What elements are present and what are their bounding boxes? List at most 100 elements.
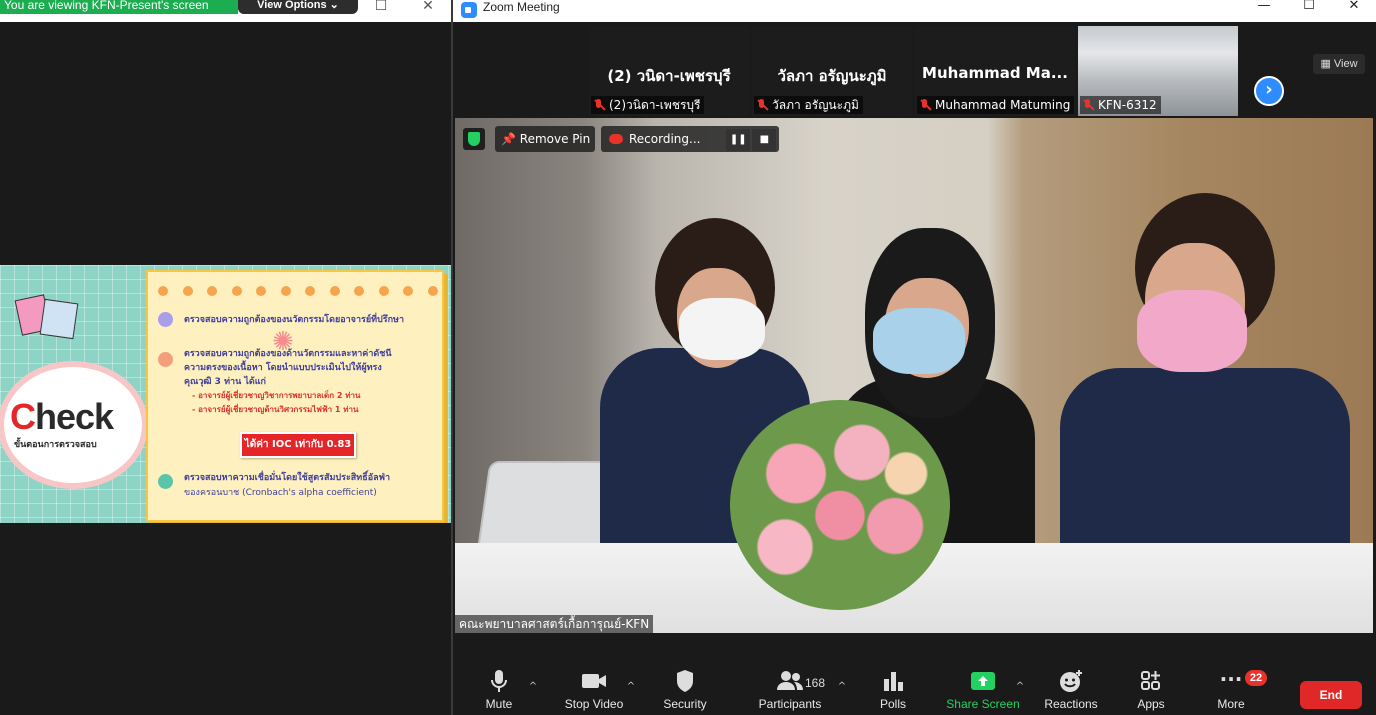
flower-bouquet-image <box>730 400 950 610</box>
polls-button[interactable]: Polls <box>873 669 913 715</box>
participant-tile[interactable]: (2) วนิดา-เพชรบุรี (2)วนิดา-เพชรบุรี <box>589 26 749 116</box>
zoom-titlebar: Zoom Meeting — ☐ ✕ <box>453 0 1376 22</box>
participant-footer: Muhammad Matuming <box>917 96 1075 114</box>
participant-tile-video[interactable]: KFN-6312 <box>1078 26 1238 116</box>
participant-name: วัลภา อรัญนะภูมิ <box>777 67 887 85</box>
participant-footer: KFN-6312 <box>1080 96 1161 114</box>
close-icon[interactable]: ✕ <box>417 0 439 14</box>
mute-label: Mute <box>485 697 513 711</box>
slide-item-3-line-2: ของครอนบาช (Cronbach's alpha coefficient… <box>184 488 377 498</box>
check-title-prefix: C <box>10 396 36 437</box>
check-title: Check <box>10 396 114 438</box>
participant-footer: (2)วนิดา-เพชรบุรี <box>591 96 705 114</box>
shared-screen-window: You are viewing KFN-Present's screen Vie… <box>0 0 451 715</box>
slide-item-3-line-1: ตรวจสอบหาความเชื่อมั่นโดยใช้สูตรสัมประสิ… <box>184 473 391 483</box>
note-binding-dots <box>158 286 438 296</box>
apps-icon <box>1129 669 1173 693</box>
end-meeting-button[interactable]: End <box>1300 681 1362 709</box>
view-options-button[interactable]: View Options ⌄ <box>238 0 358 14</box>
minimize-icon[interactable]: — <box>1253 0 1275 14</box>
stop-recording-button[interactable]: ■ <box>752 128 777 151</box>
face-mask-image <box>873 308 965 374</box>
mute-options-caret[interactable]: ^ <box>527 681 539 693</box>
pin-icon: 📌 <box>501 132 516 146</box>
sticky-note-icon <box>39 298 79 340</box>
stop-video-button[interactable]: Stop Video <box>559 669 629 715</box>
participant-footer-name: Muhammad Matuming <box>935 98 1071 112</box>
participant-strip: (2) วนิดา-เพชรบุรี (2)วนิดา-เพชรบุรี วัล… <box>453 22 1376 118</box>
slide-item-2-line-1: ตรวจสอบความถูกต้องของด้านวัตกรรมและหาค่า… <box>184 349 392 359</box>
participant-tile[interactable]: วัลภา อรัญนะภูมิ วัลภา อรัญนะภูมิ <box>752 26 912 116</box>
slide-item-1: ตรวจสอบความถูกต้องของนวัตกรรมโดยอาจารย์ท… <box>184 315 405 325</box>
video-camera-icon <box>559 669 629 693</box>
slide-expert-1: - อาจารย์ผู้เชี่ยวชาญวิชาการพยาบาลเด็ก 2… <box>192 391 361 400</box>
window-title: Zoom Meeting <box>483 0 560 14</box>
view-options-label: View Options <box>257 0 327 11</box>
video-options-caret[interactable]: ^ <box>625 681 637 693</box>
remove-pin-button[interactable]: 📌 Remove Pin <box>495 126 595 152</box>
meeting-toolbar: Mute ^ Stop Video ^ Security Participant… <box>453 637 1376 715</box>
view-button[interactable]: ▦ View <box>1313 54 1365 74</box>
bullet-icon <box>158 474 173 489</box>
chevron-right-icon: › <box>1265 79 1273 100</box>
pause-recording-button[interactable]: ❚❚ <box>726 128 751 151</box>
chevron-down-icon: ⌄ <box>329 0 339 11</box>
maximize-icon[interactable]: ☐ <box>370 0 392 14</box>
polls-label: Polls <box>879 697 906 711</box>
next-page-button[interactable]: › <box>1254 76 1284 106</box>
zoom-meeting-window: Zoom Meeting — ☐ ✕ (2) วนิดา-เพชรบุรี (2… <box>451 0 1376 715</box>
more-notification-badge: 22 <box>1245 670 1267 686</box>
mic-muted-icon <box>593 99 605 111</box>
participant-footer-name: วัลภา อรัญนะภูมิ <box>772 98 859 112</box>
view-label: View <box>1333 58 1358 70</box>
share-screen-icon <box>943 669 1023 693</box>
share-screen-label: Share Screen <box>946 697 1020 711</box>
bar-chart-icon <box>873 669 913 693</box>
slide-item-2-line-2: ความตรงของเนื้อหา โดยนำแบบประเมินไปให้ผู… <box>184 363 382 373</box>
viewing-banner-text: You are viewing KFN-Present's screen <box>4 0 209 12</box>
recording-indicator: Recording... ❚❚ ■ <box>601 126 779 152</box>
participant-footer: วัลภา อรัญนะภูมิ <box>754 96 863 114</box>
shield-icon <box>657 669 713 693</box>
mic-muted-icon <box>1082 99 1094 111</box>
desktop: You are viewing KFN-Present's screen Vie… <box>0 0 1376 715</box>
slide-item-2-line-3: คุณวุฒิ 3 ท่าน ได้แก่ <box>184 377 266 387</box>
security-label: Security <box>663 697 707 711</box>
participant-footer-name: (2)วนิดา-เพชรบุรี <box>609 98 701 112</box>
maximize-icon[interactable]: ☐ <box>1298 0 1320 14</box>
share-options-caret[interactable]: ^ <box>1014 681 1026 693</box>
participant-footer-name: KFN-6312 <box>1098 98 1157 112</box>
security-shield-icon[interactable] <box>463 128 485 150</box>
face-mask-image <box>1137 290 1247 372</box>
apps-label: Apps <box>1137 697 1165 711</box>
participant-tile[interactable]: Muhammad Ma... Muhammad Matuming <box>915 26 1075 116</box>
apps-button[interactable]: Apps <box>1129 669 1173 715</box>
viewing-banner: You are viewing KFN-Present's screen <box>0 0 238 14</box>
close-icon[interactable]: ✕ <box>1343 0 1365 14</box>
slide-expert-2: - อาจารย์ผู้เชี่ยวชาญด้านวิศวกรรมไฟฟ้า 1… <box>192 405 359 414</box>
recording-label: Recording... <box>629 132 701 146</box>
security-button[interactable]: Security <box>657 669 713 715</box>
speaker-name-caption: คณะพยาบาลศาสตร์เกื้อการุณย์-KFN <box>455 615 654 633</box>
participants-count: 168 <box>805 676 826 690</box>
more-label: More <box>1217 697 1245 711</box>
mic-muted-icon <box>756 99 768 111</box>
remove-pin-label: Remove Pin <box>519 132 591 146</box>
active-speaker-video[interactable]: 📌 Remove Pin Recording... ❚❚ ■ คณะพยาบาลศ… <box>455 118 1373 633</box>
reactions-button[interactable]: Reactions <box>1041 669 1101 715</box>
bullet-icon <box>158 352 173 367</box>
check-title-rest: heck <box>35 396 114 437</box>
check-subtitle: ขั้นตอนการตรวจสอบ <box>14 440 97 450</box>
share-screen-button[interactable]: Share Screen <box>943 669 1023 715</box>
smiley-icon <box>1041 669 1101 693</box>
mute-button[interactable]: Mute <box>479 669 519 715</box>
mic-muted-icon <box>919 99 931 111</box>
presentation-slide: Check ขั้นตอนการตรวจสอบ ✺ ตรวจสอบความถูก… <box>0 265 451 523</box>
slide-note-card: ✺ ตรวจสอบความถูกต้องของนวัตกรรมโดยอาจารย… <box>146 270 444 522</box>
face-mask-image <box>679 298 765 360</box>
participant-name: Muhammad Ma... <box>922 64 1068 82</box>
recording-cloud-icon <box>609 134 623 144</box>
zoom-logo-icon <box>461 2 477 18</box>
bullet-icon <box>158 312 173 327</box>
participants-options-caret[interactable]: ^ <box>836 681 848 693</box>
